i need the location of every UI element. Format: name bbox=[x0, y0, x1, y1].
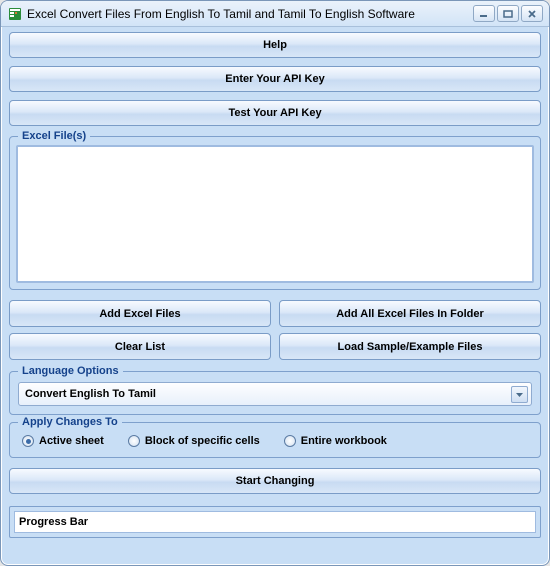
test-api-key-label: Test Your API Key bbox=[228, 107, 321, 119]
app-icon bbox=[7, 6, 23, 22]
clear-list-button[interactable]: Clear List bbox=[9, 333, 271, 360]
maximize-icon bbox=[503, 10, 513, 18]
excel-files-group: Excel File(s) bbox=[9, 136, 541, 290]
minimize-button[interactable] bbox=[473, 5, 495, 22]
enter-api-key-button[interactable]: Enter Your API Key bbox=[9, 66, 541, 92]
add-folder-button[interactable]: Add All Excel Files In Folder bbox=[279, 300, 541, 327]
radio-icon bbox=[22, 435, 34, 447]
excel-files-legend: Excel File(s) bbox=[18, 130, 90, 142]
apply-changes-legend: Apply Changes To bbox=[18, 416, 122, 428]
window-title: Excel Convert Files From English To Tami… bbox=[27, 7, 473, 21]
help-button-label: Help bbox=[263, 39, 287, 51]
close-icon bbox=[527, 10, 537, 18]
radio-active-sheet[interactable]: Active sheet bbox=[22, 435, 104, 447]
radio-entire-workbook[interactable]: Entire workbook bbox=[284, 435, 387, 447]
maximize-button[interactable] bbox=[497, 5, 519, 22]
add-excel-files-button[interactable]: Add Excel Files bbox=[9, 300, 271, 327]
minimize-icon bbox=[479, 10, 489, 18]
progress-wrap: Progress Bar bbox=[9, 506, 541, 538]
progress-bar: Progress Bar bbox=[14, 511, 536, 533]
titlebar: Excel Convert Files From English To Tami… bbox=[1, 1, 549, 27]
radio-icon bbox=[128, 435, 140, 447]
test-api-key-button[interactable]: Test Your API Key bbox=[9, 100, 541, 126]
start-changing-button[interactable]: Start Changing bbox=[9, 468, 541, 494]
enter-api-key-label: Enter Your API Key bbox=[225, 73, 324, 85]
main-window: Excel Convert Files From English To Tami… bbox=[0, 0, 550, 566]
dropdown-arrow-button[interactable] bbox=[511, 386, 528, 403]
language-options-fieldset: Language Options Convert English To Tami… bbox=[9, 371, 541, 415]
close-button[interactable] bbox=[521, 5, 543, 22]
radio-entire-workbook-label: Entire workbook bbox=[301, 435, 387, 447]
clear-list-label: Clear List bbox=[115, 341, 165, 353]
radio-icon bbox=[284, 435, 296, 447]
excel-files-listbox[interactable] bbox=[16, 145, 534, 283]
radio-active-sheet-label: Active sheet bbox=[39, 435, 104, 447]
add-excel-files-label: Add Excel Files bbox=[99, 308, 180, 320]
help-button[interactable]: Help bbox=[9, 32, 541, 58]
load-sample-button[interactable]: Load Sample/Example Files bbox=[279, 333, 541, 360]
language-options-legend: Language Options bbox=[18, 365, 123, 377]
load-sample-label: Load Sample/Example Files bbox=[338, 341, 483, 353]
language-dropdown[interactable]: Convert English To Tamil bbox=[18, 382, 532, 406]
start-changing-label: Start Changing bbox=[236, 475, 315, 487]
progress-bar-label: Progress Bar bbox=[19, 516, 88, 528]
window-content: Help Enter Your API Key Test Your API Ke… bbox=[1, 27, 549, 546]
file-buttons-grid: Add Excel Files Add All Excel Files In F… bbox=[9, 300, 541, 360]
window-controls bbox=[473, 5, 543, 22]
language-dropdown-value: Convert English To Tamil bbox=[25, 388, 156, 400]
radio-block-cells-label: Block of specific cells bbox=[145, 435, 260, 447]
apply-changes-radio-row: Active sheet Block of specific cells Ent… bbox=[18, 433, 532, 449]
chevron-down-icon bbox=[516, 393, 523, 397]
apply-changes-fieldset: Apply Changes To Active sheet Block of s… bbox=[9, 422, 541, 458]
add-folder-label: Add All Excel Files In Folder bbox=[336, 308, 484, 320]
radio-block-cells[interactable]: Block of specific cells bbox=[128, 435, 260, 447]
